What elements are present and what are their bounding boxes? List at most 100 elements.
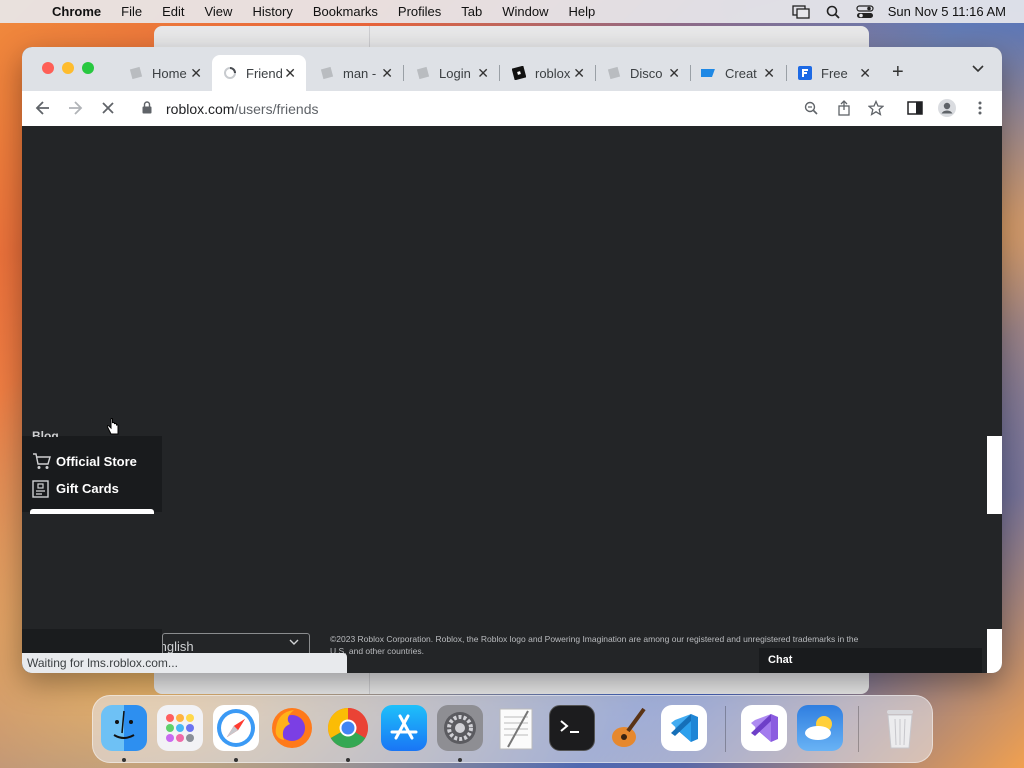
tab-separator [499, 65, 500, 81]
f-blue-icon [797, 65, 813, 81]
terminal-icon[interactable] [549, 705, 595, 751]
visual-studio-icon[interactable] [741, 705, 787, 751]
chat-bar[interactable]: Chat [759, 648, 982, 673]
close-tab-icon[interactable]: ✕ [284, 65, 296, 82]
new-tab-plus-icon[interactable]: + [892, 61, 904, 84]
kebab-menu-icon[interactable] [969, 97, 991, 119]
page-scrollbar-segment[interactable] [987, 629, 1002, 673]
sidebar-item-label: Official Store [56, 453, 137, 469]
vscode-icon[interactable] [661, 705, 707, 751]
tab-friends[interactable]: Friends ✕ [212, 55, 306, 91]
tab-create[interactable]: Creat ✕ [691, 55, 785, 91]
fullscreen-window-button[interactable] [82, 62, 94, 74]
page-content: Blog Official Store Gift Cards English ©… [22, 126, 1002, 673]
menu-profiles[interactable]: Profiles [398, 4, 441, 19]
shopping-cart-icon [32, 452, 52, 470]
loading-spinner-icon [222, 65, 238, 81]
menu-view[interactable]: View [204, 4, 232, 19]
safari-icon[interactable] [213, 705, 259, 751]
lock-icon[interactable] [142, 100, 156, 117]
tab-label: Disco [630, 65, 663, 81]
finder-icon[interactable] [101, 705, 147, 751]
close-tab-icon[interactable]: ✕ [859, 65, 871, 82]
tab-home[interactable]: Home ✕ [118, 55, 212, 91]
tab-search-chevron-icon[interactable] [972, 61, 984, 76]
menu-tab[interactable]: Tab [461, 4, 482, 19]
browser-status-bubble: Waiting for lms.roblox.com... [22, 653, 347, 673]
tab-label: man - [343, 65, 377, 81]
menu-help[interactable]: Help [569, 4, 596, 19]
app-store-icon[interactable] [381, 705, 427, 751]
gift-card-icon [32, 478, 52, 498]
back-arrow-icon[interactable] [32, 97, 54, 119]
chrome-icon[interactable] [325, 705, 371, 751]
finder-running-indicator [122, 758, 126, 762]
sidebar-button-partial[interactable] [30, 509, 154, 514]
tab-separator [595, 65, 596, 81]
chevron-down-icon [289, 638, 299, 649]
tab-separator [403, 65, 404, 81]
menu-file[interactable]: File [121, 4, 142, 19]
tab-label: Friends [246, 65, 282, 81]
tab-label: roblox [535, 65, 571, 81]
close-tab-icon[interactable]: ✕ [381, 65, 393, 82]
weather-icon[interactable] [797, 705, 843, 751]
trash-icon[interactable] [877, 705, 923, 751]
roblox-studio-icon [701, 65, 717, 81]
menu-app-chrome[interactable]: Chrome [52, 4, 101, 19]
bookmark-star-icon[interactable] [865, 97, 887, 119]
close-window-button[interactable] [42, 62, 54, 74]
tab-login[interactable]: Login ✕ [405, 55, 499, 91]
menu-bookmarks[interactable]: Bookmarks [313, 4, 378, 19]
stop-loading-x-icon[interactable] [97, 97, 119, 119]
settings-running-indicator [458, 758, 462, 762]
screen-mirroring-icon[interactable] [792, 4, 810, 19]
url-host: roblox.com [166, 100, 235, 117]
page-scrollbar-thumb[interactable] [987, 436, 1002, 514]
sidebar-item-gift-cards[interactable]: Gift Cards [32, 478, 119, 498]
tab-roblox[interactable]: roblox ✕ [501, 55, 595, 91]
side-panel-icon[interactable] [904, 97, 926, 119]
chrome-window: Home ✕ Friends ✕ man - ✕ Login ✕ roblox … [22, 47, 1002, 673]
tab-man[interactable]: man - ✕ [309, 55, 403, 91]
share-icon[interactable] [833, 97, 855, 119]
tab-free[interactable]: Free ✕ [787, 55, 881, 91]
launchpad-icon[interactable] [157, 705, 203, 751]
garageband-guitar-icon[interactable] [605, 705, 651, 751]
profile-avatar-icon[interactable] [936, 97, 958, 119]
dock-separator [725, 706, 726, 752]
tab-disco[interactable]: Disco ✕ [596, 55, 690, 91]
language-select-value: English [163, 639, 194, 654]
sidebar-item-blog-partial[interactable]: Blog [32, 429, 59, 437]
close-tab-icon[interactable]: ✕ [668, 65, 680, 82]
close-tab-icon[interactable]: ✕ [763, 65, 775, 82]
close-tab-icon[interactable]: ✕ [573, 65, 585, 82]
textedit-icon[interactable] [493, 705, 539, 751]
minimize-window-button[interactable] [62, 62, 74, 74]
macos-dock [92, 695, 933, 763]
firefox-icon[interactable] [269, 705, 315, 751]
control-center-icon[interactable] [856, 4, 874, 19]
tab-separator [690, 65, 691, 81]
sidebar-item-official-store[interactable]: Official Store [32, 452, 137, 470]
close-tab-icon[interactable]: ✕ [477, 65, 489, 82]
menu-history[interactable]: History [252, 4, 292, 19]
sidebar-menu [22, 436, 162, 512]
browser-toolbar: roblox.com/users/friends [22, 91, 1002, 126]
roblox-gray-icon [606, 65, 622, 81]
system-settings-gear-icon[interactable] [437, 705, 483, 751]
roblox-gray-icon [415, 65, 431, 81]
spotlight-search-icon[interactable] [824, 5, 842, 19]
dock-separator [858, 706, 859, 752]
menu-edit[interactable]: Edit [162, 4, 184, 19]
menubar-clock[interactable]: Sun Nov 5 11:16 AM [888, 4, 1006, 19]
zoom-magnifier-icon[interactable] [800, 97, 822, 119]
tab-separator [786, 65, 787, 81]
menu-window[interactable]: Window [502, 4, 548, 19]
close-tab-icon[interactable]: ✕ [190, 65, 202, 82]
forward-arrow-icon[interactable] [64, 97, 86, 119]
hand-cursor-icon [106, 418, 120, 441]
url-path: /users/friends [234, 100, 319, 117]
tab-label: Home [152, 65, 187, 81]
address-bar[interactable]: roblox.com/users/friends [132, 95, 826, 122]
